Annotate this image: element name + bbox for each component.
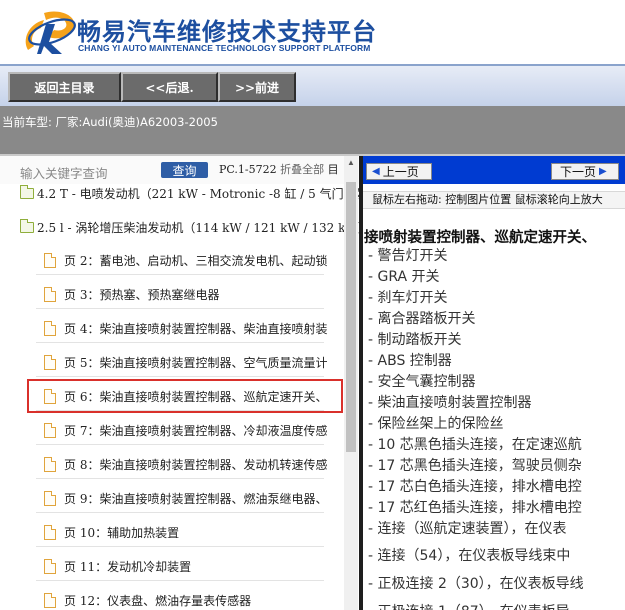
page-code-collapse: PC.1-5722 折叠全部 目 — [219, 161, 339, 177]
search-button[interactable]: 查询 — [161, 162, 208, 178]
component-item: - 17 芯黑色插头连接，驾驶员侧杂 — [368, 458, 582, 474]
tree-page-item[interactable]: 页 11：发动机冷却装置 — [44, 556, 191, 576]
arrow-right-icon: ▶ — [599, 166, 607, 177]
current-car-text: 当前车型: 厂家:Audi(奥迪)A62003-2005 — [2, 115, 218, 129]
component-item: - ABS 控制器 — [368, 353, 452, 369]
current-car-bar: 当前车型: 厂家:Audi(奥迪)A62003-2005 — [0, 106, 625, 154]
tree-page-item[interactable]: 页 5：柴油直接喷射装置控制器、空气质量流量计 — [44, 352, 327, 372]
tree-item-label: 页 7：柴油直接喷射装置控制器、冷却液温度传感 — [64, 423, 328, 438]
collapse-all-link[interactable]: 折叠全部 — [280, 163, 324, 176]
tree-item-label: 页 4：柴油直接喷射装置控制器、柴油直接喷射装 — [64, 321, 328, 336]
tree-page-item[interactable]: 页 3：预热塞、预热塞继电器 — [44, 284, 219, 304]
component-item: - 连接（54），在仪表板导线束中 — [368, 548, 571, 564]
scroll-thumb[interactable] — [346, 182, 356, 452]
prev-page-button[interactable]: ◀ 上一页 — [366, 163, 432, 180]
tree-item-label: 页 2：蓄电池、启动机、三相交流发电机、起动锁 — [64, 253, 328, 268]
viewer-nav: ◀ 上一页 下一页 ▶ — [363, 156, 625, 184]
tree-item-label: 页 9：柴油直接喷射装置控制器、燃油泵继电器、 — [64, 491, 328, 506]
tree-page-item[interactable]: 页 4：柴油直接喷射装置控制器、柴油直接喷射装 — [44, 318, 327, 338]
viewer-panel: ◀ 上一页 下一页 ▶ 鼠标左右拖动: 控制图片位置 鼠标滚轮向上放大 接喷射装… — [363, 156, 625, 610]
tree-folder-item[interactable]: 4.2 T - 电喷发动机（221 kW - Motronic -8 缸 / 5… — [20, 183, 360, 203]
tree-page-item[interactable]: 页 7：柴油直接喷射装置控制器、冷却液温度传感 — [44, 420, 327, 440]
scroll-up-icon[interactable]: ▲ — [344, 156, 358, 170]
tree-separator — [36, 410, 324, 411]
selection-highlight — [27, 379, 343, 413]
tree-separator — [36, 512, 324, 513]
viewer-hint: 鼠标左右拖动: 控制图片位置 鼠标滚轮向上放大 — [363, 191, 625, 209]
tree-page-item[interactable]: 页 12：仪表盘、燃油存量表传感器 — [44, 590, 251, 610]
prev-page-label: 上一页 — [382, 165, 419, 179]
page-icon — [44, 558, 56, 574]
nav-bar: 返回主目录 <<后退. >>前进 — [0, 64, 625, 106]
page-icon — [44, 320, 56, 336]
tree-item-label: 页 11：发动机冷却装置 — [64, 559, 192, 574]
platform-title: 畅易汽车维修技术支持平台 — [77, 18, 377, 46]
tree-separator — [36, 444, 324, 445]
tree-page-item[interactable]: 页 8：柴油直接喷射装置控制器、发动机转速传感 — [44, 454, 327, 474]
tree-page-item[interactable]: 页 9：柴油直接喷射装置控制器、燃油泵继电器、 — [44, 488, 327, 508]
component-item: - 柴油直接喷射装置控制器 — [368, 395, 532, 411]
component-item: - 连接（巡航定速装置），在仪表 — [368, 521, 567, 537]
tree-separator — [36, 274, 324, 275]
tree-item-label: 页 3：预热塞、预热塞继电器 — [64, 287, 220, 302]
forward-button[interactable]: >>前进 — [218, 72, 296, 102]
page-icon — [44, 490, 56, 506]
platform-subtitle: CHANG YI AUTO MAINTENANCE TECHNOLOGY SUP… — [78, 43, 371, 53]
page-icon — [44, 286, 56, 302]
next-page-button[interactable]: 下一页 ▶ — [551, 163, 619, 180]
tree-item-label: 4.2 T - 电喷发动机（221 kW - Motronic -8 缸 / 5… — [37, 186, 360, 201]
page-icon — [44, 422, 56, 438]
tree-panel: 输入关键字查询 查询 PC.1-5722 折叠全部 目 4.2 T - 电喷发动… — [0, 156, 360, 610]
tree-separator — [36, 478, 324, 479]
component-item: - 警告灯开关 — [368, 248, 448, 264]
component-item: - 正极连接 1（87），在仪表板导 — [368, 601, 570, 610]
cut-char: 目 — [327, 163, 339, 176]
tree-scrollbar[interactable]: ▲ — [344, 156, 358, 610]
tree-separator — [36, 376, 324, 377]
next-page-label: 下一页 — [560, 165, 597, 179]
tree-page-item[interactable]: 页 10：辅助加热装置 — [44, 522, 179, 542]
folder-icon — [20, 184, 34, 199]
component-item: - 17 芯红色插头连接，排水槽电控 — [368, 500, 582, 516]
tree-item-label: 2.5 l - 涡轮增压柴油发动机（114 kW / 121 kW / 132 … — [37, 220, 360, 235]
header: 畅易汽车维修技术支持平台 CHANG YI AUTO MAINTENANCE T… — [0, 0, 625, 64]
page-icon — [44, 456, 56, 472]
component-item: - 正极连接 2（30），在仪表板导线 — [368, 576, 584, 592]
component-item: - 17 芯白色插头连接，排水槽电控 — [368, 479, 582, 495]
component-item: - 安全气囊控制器 — [368, 374, 476, 390]
tree-separator — [36, 580, 324, 581]
folder-open-icon — [20, 218, 34, 233]
tree-item-label: 页 10：辅助加热装置 — [64, 525, 180, 540]
component-item: - 保险丝架上的保险丝 — [368, 416, 504, 432]
component-item: - 制动踏板开关 — [368, 332, 462, 348]
page-code: PC.1-5722 — [219, 163, 277, 176]
search-row: 输入关键字查询 查询 PC.1-5722 折叠全部 目 — [0, 156, 360, 184]
diagram-title: 接喷射装置控制器、巡航定速开关、 — [364, 230, 596, 246]
component-item: - GRA 开关 — [368, 269, 440, 285]
home-button[interactable]: 返回主目录 — [8, 72, 121, 102]
tree-item-label: 页 8：柴油直接喷射装置控制器、发动机转速传感 — [64, 457, 328, 472]
component-item: - 离合器踏板开关 — [368, 311, 476, 327]
page-icon — [44, 592, 56, 608]
back-button[interactable]: <<后退. — [121, 72, 218, 102]
tree-folder-item[interactable]: 2.5 l - 涡轮增压柴油发动机（114 kW / 121 kW / 132 … — [20, 217, 360, 237]
tree-item-label: 页 12：仪表盘、燃油存量表传感器 — [64, 593, 252, 608]
tree-page-item[interactable]: 页 2：蓄电池、启动机、三相交流发电机、起动锁 — [44, 250, 327, 270]
tree-separator — [36, 308, 324, 309]
cy-logo-icon — [25, 11, 76, 54]
page-icon — [44, 354, 56, 370]
component-item: - 刹车灯开关 — [368, 290, 448, 306]
arrow-left-icon: ◀ — [372, 166, 380, 177]
tree-item-label: 页 5：柴油直接喷射装置控制器、空气质量流量计 — [64, 355, 328, 370]
tree-separator — [36, 342, 324, 343]
search-input[interactable]: 输入关键字查询 — [20, 163, 108, 182]
page-icon — [44, 524, 56, 540]
tree-separator — [36, 546, 324, 547]
component-item: - 10 芯黑色插头连接，在定速巡航 — [368, 437, 582, 453]
page-icon — [44, 252, 56, 268]
